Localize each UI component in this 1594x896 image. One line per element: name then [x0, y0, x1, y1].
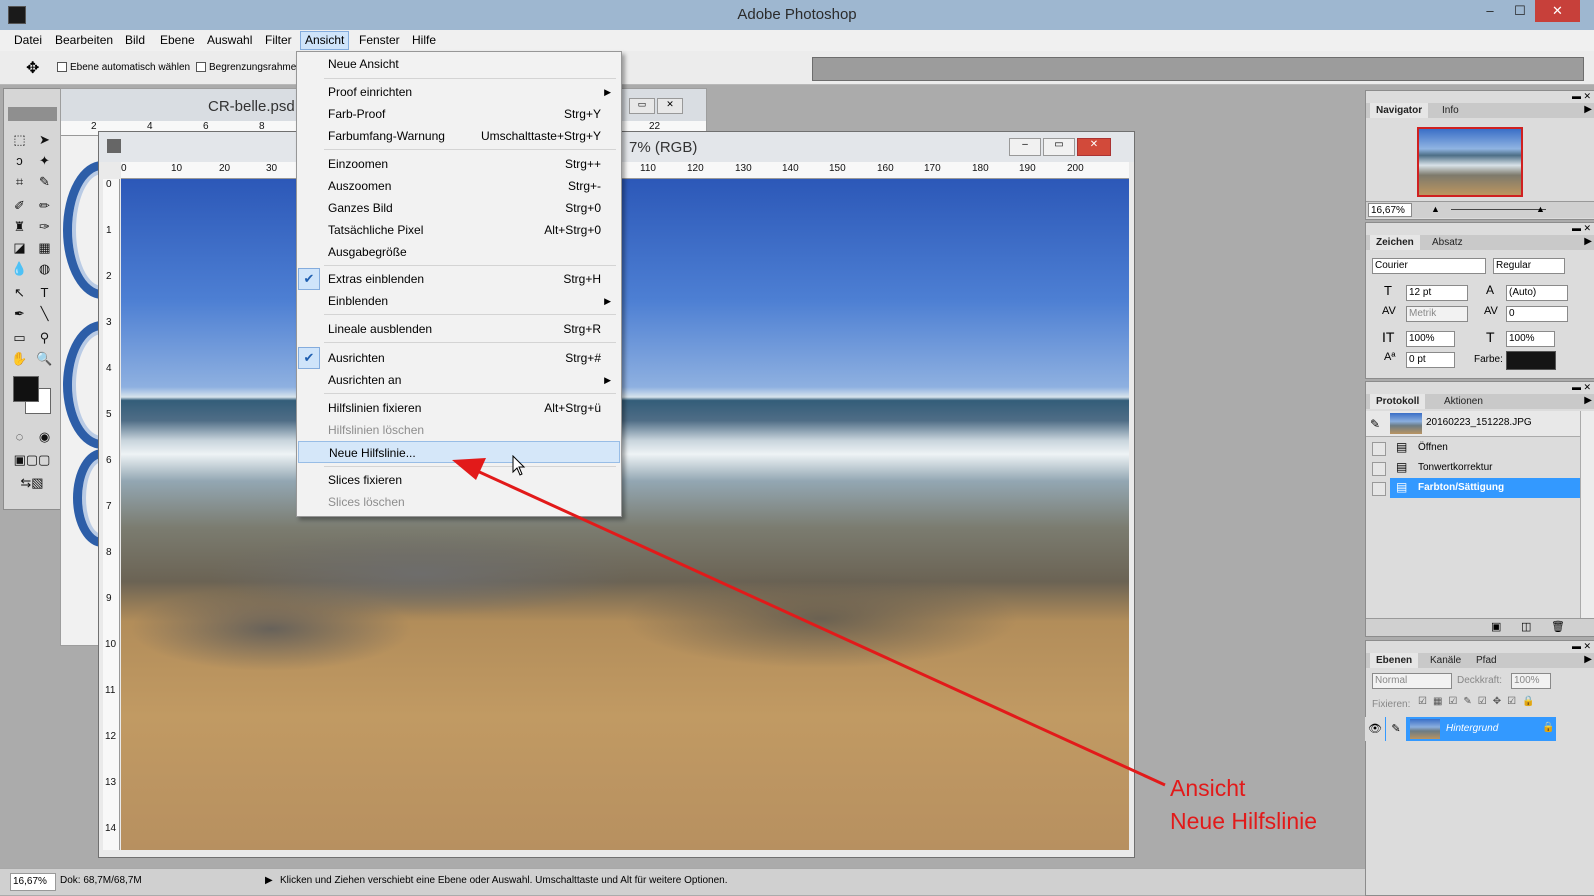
history-tabs: Protokoll Aktionen ▶	[1366, 394, 1594, 409]
status-doc-size: Dok: 68,7M/68,7M	[60, 875, 142, 886]
panel-menu-icon[interactable]: ▶	[1584, 236, 1592, 247]
annotation-text: Ansicht Neue Hilfslinie	[1170, 772, 1317, 838]
history-step-icon: ▤	[1396, 460, 1408, 474]
baseline-shift-field[interactable]: 0 pt	[1406, 352, 1455, 368]
font-style-select[interactable]: Regular	[1493, 258, 1565, 274]
tab-navigator[interactable]: Navigator	[1370, 103, 1429, 118]
history-step-farbton-saettigung[interactable]: ▤ Farbton/Sättigung	[1366, 478, 1580, 498]
navigator-panel: ▬ ✕ Navigator Info ▶ 16,67% ▲ ▲	[1365, 90, 1594, 220]
panel-controls-icon[interactable]: ▬ ✕	[1572, 641, 1591, 652]
history-snapshot-row[interactable]: ✎ 20160223_151228.JPG	[1366, 411, 1580, 437]
navigator-thumbnail[interactable]	[1417, 127, 1523, 197]
history-step-tonwertkorrektur[interactable]: ▤ Tonwertkorrektur	[1366, 458, 1580, 478]
snapshot-name: 20160223_151228.JPG	[1426, 417, 1532, 428]
leading-icon: A	[1486, 283, 1495, 297]
tab-pfad[interactable]: Pfad	[1470, 653, 1503, 668]
new-document-from-state-icon[interactable]: ▣	[1491, 620, 1501, 633]
tab-protokoll[interactable]: Protokoll	[1370, 394, 1426, 409]
font-size-field[interactable]: 12 pt	[1406, 285, 1468, 301]
navigator-zoom-bar: 16,67% ▲ ▲	[1366, 201, 1594, 218]
panel-controls-icon[interactable]: ▬ ✕	[1572, 382, 1591, 393]
tracking-field[interactable]: 0	[1506, 306, 1568, 322]
zoom-out-icon[interactable]: ▲	[1431, 204, 1440, 214]
snapshot-thumbnail	[1390, 413, 1422, 434]
zoom-slider[interactable]	[1451, 209, 1546, 210]
history-step-icon: ▤	[1396, 480, 1408, 494]
font-family-select[interactable]: Courier	[1372, 258, 1486, 274]
tab-aktionen[interactable]: Aktionen	[1438, 394, 1489, 409]
layer-row-hintergrund[interactable]: 👁 ✎ Hintergrund 🔒	[1365, 717, 1556, 741]
history-brush-source-checkbox[interactable]	[1372, 442, 1386, 456]
layers-panel: ▬ ✕ Ebenen Kanäle Pfad ▶ Normal Deckkraf…	[1365, 640, 1594, 896]
history-brush-source-icon[interactable]: ✎	[1370, 417, 1380, 431]
history-scrollbar[interactable]	[1580, 411, 1594, 618]
layer-name: Hintergrund	[1446, 723, 1499, 734]
annotation-arrow	[452, 458, 1166, 787]
lock-label: Fixieren:	[1372, 699, 1411, 710]
horizontal-scale-field[interactable]: 100%	[1506, 331, 1555, 347]
kerning-field[interactable]: Metrik	[1406, 306, 1468, 322]
tab-absatz[interactable]: Absatz	[1426, 235, 1469, 250]
panel-controls-icon[interactable]: ▬ ✕	[1572, 223, 1591, 234]
layers-tabs: Ebenen Kanäle Pfad ▶	[1366, 653, 1594, 668]
tab-ebenen[interactable]: Ebenen	[1370, 653, 1419, 668]
history-step-label: Tonwertkorrektur	[1418, 462, 1493, 473]
baseline-shift-icon: Aª	[1384, 351, 1396, 363]
panel-menu-icon[interactable]: ▶	[1584, 395, 1592, 406]
leading-field[interactable]: (Auto)	[1506, 285, 1568, 301]
annotation-line-2: Neue Hilfslinie	[1170, 808, 1318, 834]
status-bar: 16,67% Dok: 68,7M/68,7M ▶ Klicken und Zi…	[0, 868, 1365, 895]
status-zoom-field[interactable]: 16,67%	[10, 873, 56, 891]
tab-kanaele[interactable]: Kanäle	[1424, 653, 1467, 668]
horizontal-scale-icon: T	[1486, 329, 1495, 345]
navigator-tabs: Navigator Info ▶	[1366, 103, 1594, 118]
history-panel: ▬ ✕ Protokoll Aktionen ▶ ✎ 20160223_1512…	[1365, 381, 1594, 637]
eye-icon[interactable]: 👁	[1365, 717, 1385, 741]
new-snapshot-icon[interactable]: ◫	[1521, 620, 1531, 633]
layer-lock-icon: 🔒	[1542, 722, 1555, 733]
status-menu-arrow-icon[interactable]: ▶	[265, 873, 273, 889]
opacity-field[interactable]: 100%	[1511, 673, 1551, 689]
trash-icon[interactable]: 🗑	[1551, 620, 1565, 633]
character-panel: ▬ ✕ Zeichen Absatz ▶ Courier Regular T 1…	[1365, 222, 1594, 379]
brush-icon[interactable]: ✎	[1386, 717, 1406, 741]
lock-icons[interactable]: ☑▦☑✎☑✥☑🔒	[1418, 696, 1541, 707]
kerning-icon: AV	[1382, 305, 1396, 317]
opacity-label: Deckkraft:	[1457, 675, 1503, 686]
history-brush-source-checkbox[interactable]	[1372, 482, 1386, 496]
history-footer: ▣ ◫ 🗑	[1366, 618, 1594, 636]
history-step-icon: ▤	[1396, 440, 1408, 454]
tab-zeichen[interactable]: Zeichen	[1370, 235, 1420, 250]
layer-thumbnail	[1410, 719, 1440, 739]
panel-menu-icon[interactable]: ▶	[1584, 104, 1592, 115]
text-color-swatch[interactable]	[1506, 351, 1556, 370]
history-brush-source-checkbox[interactable]	[1372, 462, 1386, 476]
tab-info[interactable]: Info	[1436, 103, 1465, 118]
font-size-icon: T	[1384, 283, 1392, 298]
annotation-line-1: Ansicht	[1170, 775, 1246, 801]
panel-menu-icon[interactable]: ▶	[1584, 654, 1592, 665]
zoom-in-icon[interactable]: ▲	[1536, 204, 1545, 214]
status-hint: Klicken und Ziehen verschiebt eine Ebene…	[280, 875, 728, 886]
navigator-zoom-field[interactable]: 16,67%	[1368, 203, 1412, 217]
blend-mode-select[interactable]: Normal	[1372, 673, 1452, 689]
panel-controls-icon[interactable]: ▬ ✕	[1572, 91, 1591, 102]
vertical-scale-icon: IT	[1382, 329, 1395, 345]
character-tabs: Zeichen Absatz ▶	[1366, 235, 1594, 250]
tracking-icon: AV	[1484, 305, 1498, 317]
history-step-oeffnen[interactable]: ▤ Öffnen	[1366, 438, 1580, 458]
color-label: Farbe:	[1474, 354, 1503, 365]
history-step-label: Farbton/Sättigung	[1418, 482, 1505, 493]
history-step-label: Öffnen	[1418, 442, 1448, 453]
foreground-color-swatch[interactable]	[13, 376, 39, 402]
vertical-scale-field[interactable]: 100%	[1406, 331, 1455, 347]
